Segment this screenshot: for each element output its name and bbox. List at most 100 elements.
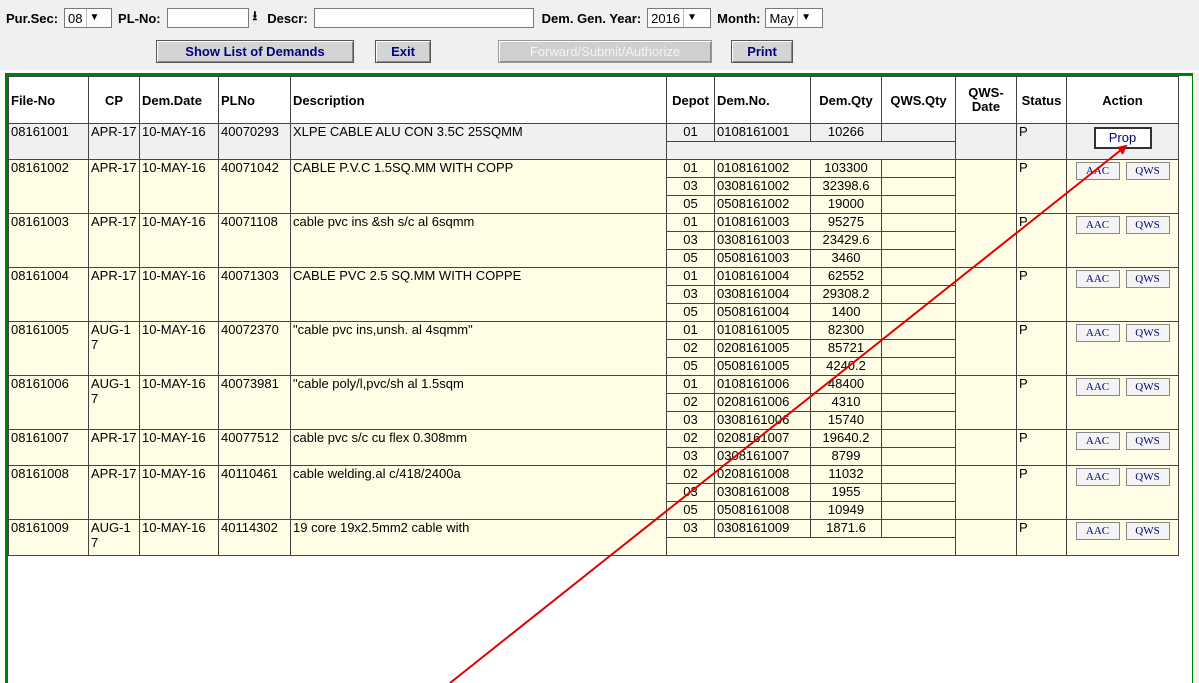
column-header: CP xyxy=(88,76,140,124)
qws-button[interactable]: QWS xyxy=(1125,162,1170,180)
file-no-cell: 08161003 xyxy=(8,213,89,268)
depot-cell: 02 xyxy=(666,465,715,484)
dem-date-cell: 10-MAY-16 xyxy=(139,123,219,160)
dem-qty-cell: 29308.2 xyxy=(810,285,882,304)
action-cell: Prop xyxy=(1066,123,1179,160)
action-cell: AAC QWS xyxy=(1066,213,1179,268)
forward-submit-authorize-button[interactable]: Forward/Submit/Authorize xyxy=(498,40,712,63)
month-value: May xyxy=(769,10,795,26)
qws-qty-cell xyxy=(881,411,956,430)
dem-qty-cell: 19640.2 xyxy=(810,429,882,448)
depot-cell: 05 xyxy=(666,357,715,376)
chevron-down-icon: ▼ xyxy=(85,9,103,27)
aac-button[interactable]: AAC xyxy=(1075,432,1120,450)
description-cell: cable pvc s/c cu flex 0.308mm xyxy=(290,429,667,466)
aac-button[interactable]: AAC xyxy=(1075,324,1120,342)
action-cell: AAC QWS xyxy=(1066,375,1179,430)
dem-no-cell: 0308161003 xyxy=(714,231,811,250)
qws-button[interactable]: QWS xyxy=(1125,270,1170,288)
print-button[interactable]: Print xyxy=(731,40,793,63)
aac-button[interactable]: AAC xyxy=(1075,378,1120,396)
dem-qty-cell: 4310 xyxy=(810,393,882,412)
qws-qty-cell xyxy=(881,375,956,394)
table-row: 08161007 APR-17 10-MAY-16 40077512 cable pvc… xyxy=(8,429,1179,466)
dem-date-cell: 10-MAY-16 xyxy=(139,519,219,556)
vertical-scrollbar[interactable] xyxy=(1193,73,1199,683)
qws-date-cell xyxy=(955,519,1017,556)
plno-cell: 40071042 xyxy=(218,159,291,214)
filter-bar: Pur.Sec: 08 ▼ PL-No: ⭳ Descr: Dem. Gen. … xyxy=(0,0,1199,70)
aac-button[interactable]: AAC xyxy=(1075,216,1120,234)
pur-sec-select[interactable]: 08 ▼ xyxy=(64,8,113,28)
dem-qty-cell: 85721 xyxy=(810,339,882,358)
qws-qty-cell xyxy=(881,159,956,178)
table-row: 08161005 AUG-17 10-MAY-16 40072370 "cable pv… xyxy=(8,321,1179,376)
dem-qty-cell: 1871.6 xyxy=(810,519,882,538)
dem-no-cell: 0308161007 xyxy=(714,447,811,466)
dem-qty-cell: 62552 xyxy=(810,267,882,286)
table-row: 08161009 AUG-17 10-MAY-16 40114302 19 core 1… xyxy=(8,519,1179,556)
qws-button[interactable]: QWS xyxy=(1125,522,1170,540)
month-select[interactable]: May ▼ xyxy=(765,8,824,28)
dem-no-cell: 0108161006 xyxy=(714,375,811,394)
aac-button[interactable]: AAC xyxy=(1075,522,1120,540)
table-header-row: File-No CP Dem.Date PLNo Description Depot Dem… xyxy=(8,76,1179,124)
descr-label: Descr: xyxy=(267,10,308,26)
aac-button[interactable]: AAC xyxy=(1075,162,1120,180)
table-row: 08161001 APR-17 10-MAY-16 40070293 XLPE CABL… xyxy=(8,123,1179,160)
dem-no-cell: 0108161002 xyxy=(714,159,811,178)
plno-cell: 40110461 xyxy=(218,465,291,520)
year-select[interactable]: 2016 ▼ xyxy=(647,8,712,28)
dem-qty-cell: 19000 xyxy=(810,195,882,214)
action-cell: AAC QWS xyxy=(1066,465,1179,520)
qws-qty-cell xyxy=(881,339,956,358)
qws-qty-cell xyxy=(881,321,956,340)
qws-button[interactable]: QWS xyxy=(1125,324,1170,342)
exit-button[interactable]: Exit xyxy=(375,40,431,63)
description-cell: cable welding.al c/418/2400a xyxy=(290,465,667,520)
status-cell: P xyxy=(1016,429,1067,466)
qws-qty-cell xyxy=(881,213,956,232)
depot-cell: 05 xyxy=(666,249,715,268)
status-cell: P xyxy=(1016,159,1067,214)
cp-cell: APR-17 xyxy=(88,159,140,214)
column-header: QWS.Qty xyxy=(881,76,956,124)
aac-button[interactable]: AAC xyxy=(1075,270,1120,288)
dem-date-cell: 10-MAY-16 xyxy=(139,267,219,322)
dem-qty-cell: 103300 xyxy=(810,159,882,178)
depot-cell: 01 xyxy=(666,375,715,394)
column-header: Depot xyxy=(666,76,715,124)
dem-no-cell: 0108161001 xyxy=(714,123,811,142)
dem-date-cell: 10-MAY-16 xyxy=(139,375,219,430)
dem-no-cell: 0308161009 xyxy=(714,519,811,538)
aac-button[interactable]: AAC xyxy=(1075,468,1120,486)
qws-qty-cell xyxy=(881,465,956,484)
status-cell: P xyxy=(1016,213,1067,268)
qws-qty-cell xyxy=(881,303,956,322)
depot-cell: 01 xyxy=(666,267,715,286)
column-header: QWS- Date xyxy=(955,76,1017,124)
plno-cell: 40073981 xyxy=(218,375,291,430)
qws-qty-cell xyxy=(881,267,956,286)
qws-button[interactable]: QWS xyxy=(1125,378,1170,396)
column-header: File-No xyxy=(8,76,89,124)
dem-no-cell: 0508161002 xyxy=(714,195,811,214)
sort-down-icon[interactable]: ⭳ xyxy=(253,7,258,29)
show-list-button[interactable]: Show List of Demands xyxy=(156,40,354,63)
qws-qty-cell xyxy=(881,447,956,466)
pl-no-input[interactable] xyxy=(166,8,249,28)
plno-cell: 40114302 xyxy=(218,519,291,556)
chevron-down-icon: ▼ xyxy=(797,9,814,27)
dem-date-cell: 10-MAY-16 xyxy=(139,159,219,214)
qws-button[interactable]: QWS xyxy=(1125,216,1170,234)
prop-button[interactable]: Prop xyxy=(1093,127,1152,149)
dem-no-cell: 0508161005 xyxy=(714,357,811,376)
descr-input[interactable] xyxy=(313,8,534,28)
qws-qty-cell xyxy=(881,249,956,268)
qws-button[interactable]: QWS xyxy=(1125,468,1170,486)
qws-button[interactable]: QWS xyxy=(1125,432,1170,450)
pur-sec-value: 08 xyxy=(68,10,83,26)
cp-cell: APR-17 xyxy=(88,429,140,466)
qws-qty-cell xyxy=(881,393,956,412)
depot-cell: 05 xyxy=(666,195,715,214)
